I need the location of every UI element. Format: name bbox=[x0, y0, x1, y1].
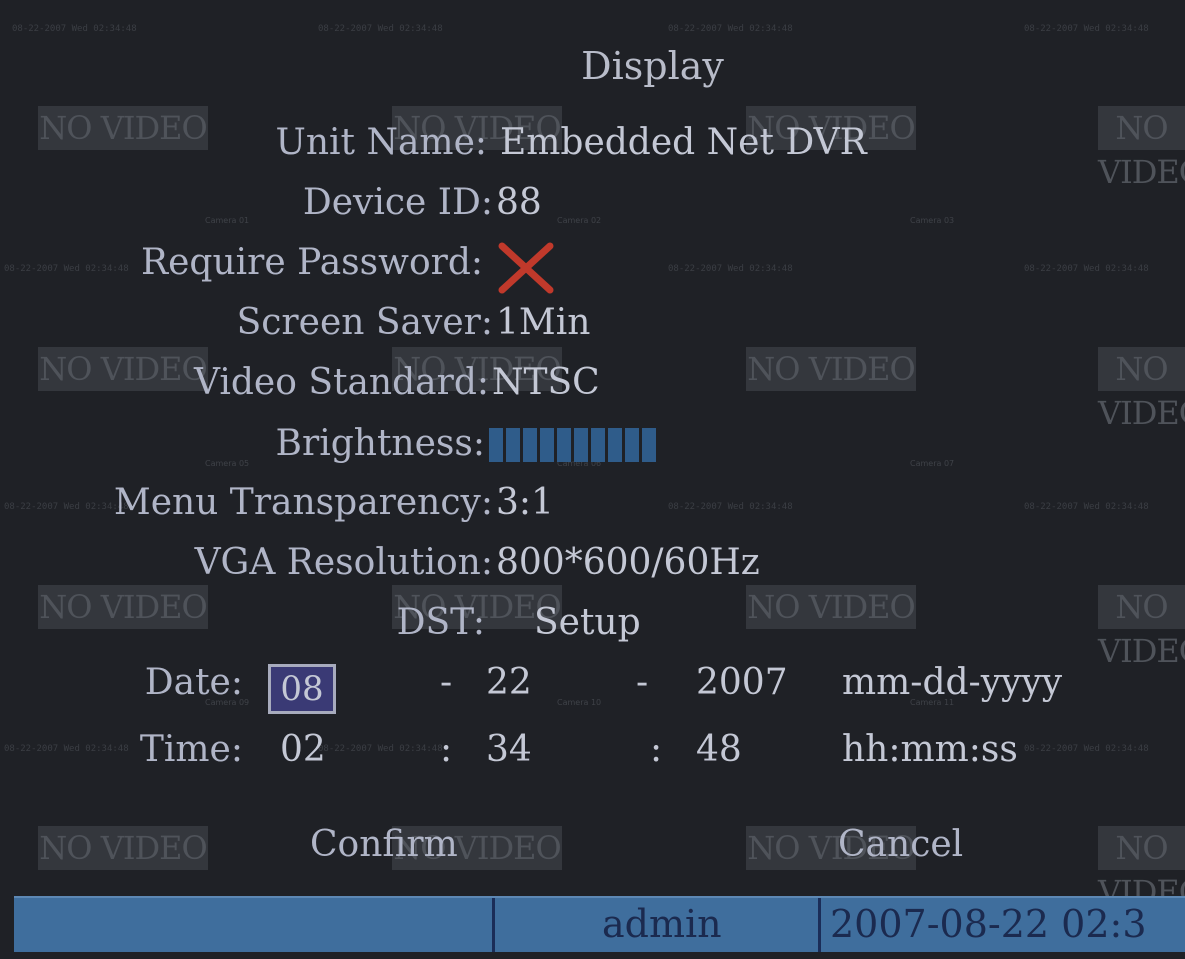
osd-timestamp: 08-22-2007 Wed 02:34:48 bbox=[4, 502, 129, 512]
status-datetime: 2007-08-22 02:3 bbox=[830, 902, 1147, 946]
no-video-tile: NO VIDEO bbox=[746, 347, 916, 391]
brightness-segment bbox=[540, 428, 554, 462]
time-label: Time: bbox=[139, 729, 243, 770]
date-separator: - bbox=[636, 662, 649, 703]
status-bar-divider bbox=[818, 898, 821, 952]
brightness-segment bbox=[608, 428, 622, 462]
brightness-segment bbox=[591, 428, 605, 462]
date-month-field[interactable]: 08 bbox=[268, 664, 336, 714]
video-standard-label: Video Standard: bbox=[193, 362, 489, 403]
no-video-tile: NO VIDEO bbox=[38, 106, 208, 150]
time-hour-field[interactable]: 02 bbox=[280, 729, 326, 770]
menu-transparency-select[interactable]: 3:1 bbox=[496, 482, 554, 523]
osd-timestamp: 08-22-2007 Wed 02:34:48 bbox=[4, 744, 129, 754]
osd-timestamp: 08-22-2007 Wed 02:34:48 bbox=[318, 744, 443, 754]
date-label: Date: bbox=[144, 662, 243, 703]
osd-timestamp: 08-22-2007 Wed 02:34:48 bbox=[1024, 502, 1149, 512]
osd-timestamp: 08-22-2007 Wed 02:34:48 bbox=[318, 24, 443, 34]
no-video-tile: NO VIDEO bbox=[38, 826, 208, 870]
brightness-segment bbox=[625, 428, 639, 462]
date-year-field[interactable]: 2007 bbox=[696, 662, 788, 703]
x-mark-icon bbox=[498, 242, 554, 294]
no-video-tile: NO VIDEO bbox=[38, 585, 208, 629]
time-separator: : bbox=[650, 729, 663, 770]
date-day-field[interactable]: 22 bbox=[486, 662, 532, 703]
unit-name-label: Unit Name: bbox=[275, 122, 487, 163]
date-format-label: mm-dd-yyyy bbox=[842, 662, 1063, 703]
osd-timestamp: 08-22-2007 Wed 02:34:48 bbox=[668, 502, 793, 512]
brightness-segment bbox=[506, 428, 520, 462]
dvr-screen: NO VIDEO NO VIDEO NO VIDEO NO VIDEO NO V… bbox=[0, 0, 1185, 959]
camera-label: Camera 07 bbox=[910, 459, 955, 468]
time-minute-field[interactable]: 34 bbox=[486, 729, 532, 770]
brightness-segment bbox=[523, 428, 537, 462]
brightness-segment bbox=[489, 428, 503, 462]
brightness-label: Brightness: bbox=[275, 423, 485, 464]
osd-timestamp: 08-22-2007 Wed 02:34:48 bbox=[1024, 744, 1149, 754]
brightness-segment bbox=[557, 428, 571, 462]
time-separator: : bbox=[440, 729, 453, 770]
screen-saver-label: Screen Saver: bbox=[236, 302, 493, 343]
video-standard-select[interactable]: NTSC bbox=[492, 362, 600, 403]
camera-label: Camera 03 bbox=[910, 216, 955, 225]
osd-timestamp: 08-22-2007 Wed 02:34:48 bbox=[12, 24, 137, 34]
vga-resolution-select[interactable]: 800*600/60Hz bbox=[496, 542, 760, 583]
dst-setup-button[interactable]: Setup bbox=[534, 602, 641, 643]
unit-name-field[interactable]: Embedded Net DVR bbox=[500, 122, 867, 163]
no-video-tile: NO VIDEO bbox=[1098, 826, 1185, 911]
date-separator: - bbox=[440, 662, 453, 703]
osd-timestamp: 08-22-2007 Wed 02:34:48 bbox=[1024, 24, 1149, 34]
menu-transparency-label: Menu Transparency: bbox=[113, 482, 493, 523]
camera-label: Camera 02 bbox=[557, 216, 602, 225]
no-video-tile: NO VIDEO bbox=[1098, 106, 1185, 191]
osd-timestamp: 08-22-2007 Wed 02:34:48 bbox=[4, 264, 129, 274]
camera-label: Camera 05 bbox=[205, 459, 250, 468]
osd-timestamp: 08-22-2007 Wed 02:34:48 bbox=[1024, 264, 1149, 274]
osd-timestamp: 08-22-2007 Wed 02:34:48 bbox=[668, 24, 793, 34]
time-second-field[interactable]: 48 bbox=[696, 729, 742, 770]
device-id-field[interactable]: 88 bbox=[496, 182, 542, 223]
no-video-tile: NO VIDEO bbox=[1098, 347, 1185, 432]
require-password-checkbox[interactable] bbox=[496, 240, 556, 300]
confirm-button[interactable]: Confirm bbox=[310, 824, 458, 865]
brightness-segment bbox=[642, 428, 656, 462]
vga-resolution-label: VGA Resolution: bbox=[194, 542, 493, 583]
cancel-button[interactable]: Cancel bbox=[838, 824, 963, 865]
screen-saver-select[interactable]: 1Min bbox=[496, 302, 590, 343]
camera-label: Camera 01 bbox=[205, 216, 250, 225]
status-user: admin bbox=[602, 902, 722, 946]
no-video-tile: NO VIDEO bbox=[1098, 585, 1185, 670]
dst-label: DST: bbox=[396, 602, 485, 643]
device-id-label: Device ID: bbox=[302, 182, 493, 223]
status-bar-divider bbox=[492, 898, 495, 952]
status-bar: admin 2007-08-22 02:3 bbox=[14, 896, 1185, 952]
brightness-slider[interactable] bbox=[489, 428, 656, 462]
osd-timestamp: 08-22-2007 Wed 02:34:48 bbox=[668, 264, 793, 274]
time-format-label: hh:mm:ss bbox=[842, 729, 1018, 770]
camera-label: Camera 10 bbox=[557, 698, 602, 707]
no-video-tile: NO VIDEO bbox=[746, 585, 916, 629]
menu-title: Display bbox=[581, 44, 724, 88]
brightness-segment bbox=[574, 428, 588, 462]
no-video-tile: NO VIDEO bbox=[38, 347, 208, 391]
require-password-label: Require Password: bbox=[141, 242, 483, 283]
